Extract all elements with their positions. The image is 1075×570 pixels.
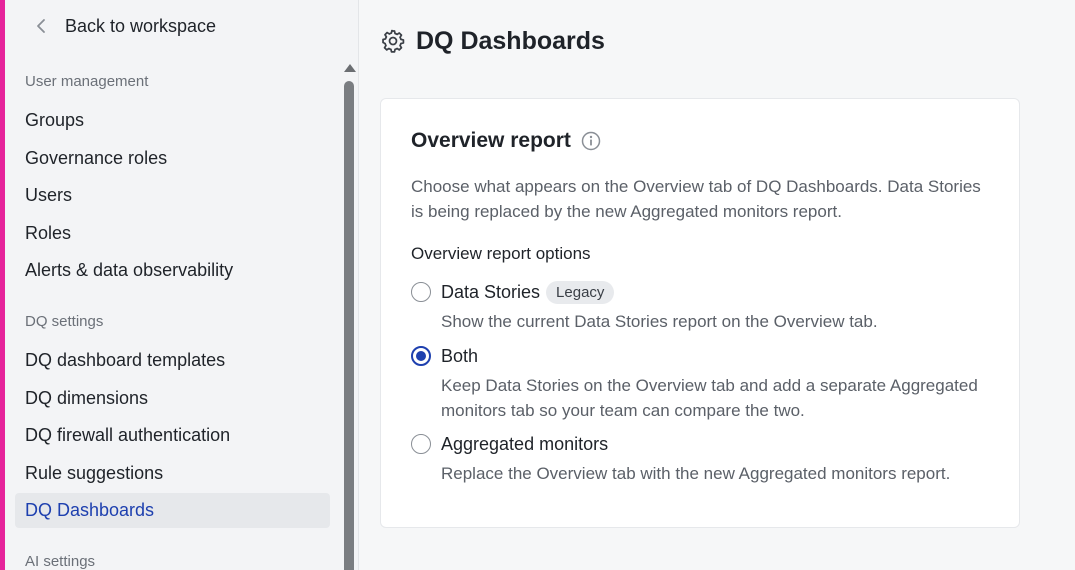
option-data-stories: Data Stories Legacy Show the current Dat… [411, 279, 991, 334]
gear-icon [382, 29, 405, 53]
section-label-dq-settings: DQ settings [25, 313, 104, 330]
sidebar-item-dq-dashboards[interactable]: DQ Dashboards [15, 493, 330, 528]
back-to-workspace-link[interactable]: Back to workspace [33, 13, 216, 39]
option-label-data-stories[interactable]: Data Stories [441, 282, 540, 303]
section-label-ai-settings: AI settings [25, 553, 96, 570]
chevron-left-icon [37, 19, 45, 33]
page-title: DQ Dashboards [416, 26, 605, 55]
radio-both[interactable] [411, 346, 431, 366]
sidebar-item-dq-dashboard-templates[interactable]: DQ dashboard templates [15, 343, 330, 378]
option-description-aggregated-monitors: Replace the Overview tab with the new Ag… [441, 464, 951, 483]
radio-data-stories[interactable] [411, 282, 431, 302]
option-label-both[interactable]: Both [441, 346, 478, 367]
sidebar-item-dq-dimensions[interactable]: DQ dimensions [15, 381, 330, 416]
overview-report-card: Overview report Choose what appears on t… [380, 98, 1020, 528]
sidebar-item-alerts-data-observability[interactable]: Alerts & data observability [15, 253, 330, 288]
page-header: DQ Dashboards [380, 25, 605, 57]
info-icon[interactable] [581, 131, 601, 151]
sidebar-item-rule-suggestions[interactable]: Rule suggestions [15, 456, 330, 491]
option-description-both: Keep Data Stories on the Overview tab an… [441, 376, 978, 420]
sidebar-item-users[interactable]: Users [15, 178, 330, 213]
option-both: Both Keep Data Stories on the Overview t… [411, 343, 991, 423]
card-title-row: Overview report [411, 129, 601, 153]
option-label-aggregated-monitors[interactable]: Aggregated monitors [441, 434, 608, 455]
sidebar-scrollbar[interactable] [343, 60, 356, 570]
options-label: Overview report options [411, 244, 591, 263]
option-description-data-stories: Show the current Data Stories report on … [441, 312, 878, 331]
sidebar-item-governance-roles[interactable]: Governance roles [15, 141, 330, 176]
settings-sidebar: Back to workspace User management Groups… [5, 0, 359, 570]
sidebar-item-groups[interactable]: Groups [15, 103, 330, 138]
legacy-badge: Legacy [546, 280, 615, 304]
sidebar-item-dq-firewall-authentication[interactable]: DQ firewall authentication [15, 418, 330, 453]
sidebar-item-roles[interactable]: Roles [15, 216, 330, 251]
section-label-user-management: User management [25, 73, 149, 90]
back-link-label: Back to workspace [65, 15, 217, 36]
radio-aggregated-monitors[interactable] [411, 434, 431, 454]
scrollbar-thumb[interactable] [344, 81, 354, 570]
option-aggregated-monitors: Aggregated monitors Replace the Overview… [411, 431, 991, 486]
card-title: Overview report [411, 129, 571, 152]
card-description: Choose what appears on the Overview tab … [411, 177, 981, 221]
scroll-up-arrow-icon[interactable] [344, 64, 356, 72]
